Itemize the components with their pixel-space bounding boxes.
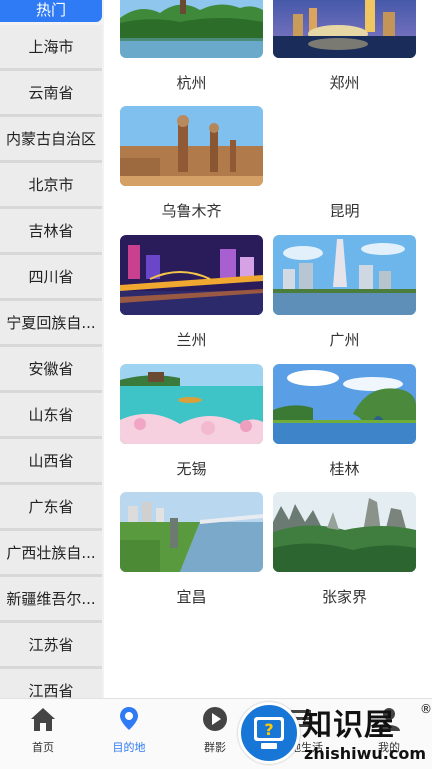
menu-icon [291, 710, 311, 727]
sidebar-item-jiangsu[interactable]: 江苏省 [0, 623, 102, 669]
city-photo [120, 364, 263, 444]
city-photo [120, 235, 263, 315]
sidebar-item-shanxi[interactable]: 山西省 [0, 439, 102, 485]
sidebar-item-inner-mongolia[interactable]: 内蒙古自治区 [0, 117, 102, 163]
city-name: 广州 [329, 331, 360, 349]
city-name: 桂林 [329, 460, 360, 478]
city-name: 兰州 [176, 331, 207, 349]
nav-label: 目的地 [112, 741, 146, 754]
city-photo [120, 0, 263, 58]
city-photo [120, 106, 263, 186]
city-name: 杭州 [176, 74, 207, 92]
play-icon [203, 707, 227, 731]
city-name: 张家界 [321, 588, 367, 606]
city-name: 乌鲁木齐 [161, 202, 222, 220]
city-card-lanzhou[interactable]: 兰州 [120, 235, 263, 349]
city-card-zhengzhou[interactable]: 郑州 [273, 0, 416, 92]
sidebar-item-guangxi[interactable]: 广西壮族自... [0, 531, 102, 577]
nav-label: 我的 [378, 741, 400, 754]
city-name: 无锡 [176, 460, 207, 478]
sidebar-item-sichuan[interactable]: 四川省 [0, 255, 102, 301]
city-card-guangzhou[interactable]: 广州 [273, 235, 416, 349]
city-photo [273, 235, 416, 315]
city-card-urumqi[interactable]: 乌鲁木齐 [120, 106, 263, 220]
user-icon [378, 708, 400, 731]
sidebar-item-hot[interactable]: 热门 [0, 0, 102, 22]
city-card-zhangjiajie[interactable]: 张家界 [273, 492, 416, 606]
nav-label: 首页 [32, 741, 54, 754]
sidebar-item-ningxia[interactable]: 宁夏回族自... [0, 301, 102, 347]
nav-destination[interactable]: 目的地 [86, 699, 172, 769]
city-photo [273, 492, 416, 572]
city-photo [273, 364, 416, 444]
nav-local-life[interactable]: 本地生活 [258, 699, 344, 769]
nav-videos[interactable]: 群影 [172, 699, 258, 769]
city-card-guilin[interactable]: 桂林 [273, 364, 416, 478]
nav-mine[interactable]: 我的 [346, 699, 432, 769]
sidebar-item-guangdong[interactable]: 广东省 [0, 485, 102, 531]
city-name: 昆明 [329, 202, 360, 220]
city-card-yichang[interactable]: 宜昌 [120, 492, 263, 606]
sidebar-item-yunnan[interactable]: 云南省 [0, 71, 102, 117]
nav-label: 本地生活 [279, 741, 323, 754]
city-card-hangzhou[interactable]: 杭州 [120, 0, 263, 92]
location-pin-icon [120, 707, 138, 730]
sidebar-item-shandong[interactable]: 山东省 [0, 393, 102, 439]
sidebar-item-beijing[interactable]: 北京市 [0, 163, 102, 209]
city-card-wuxi[interactable]: 无锡 [120, 364, 263, 478]
sidebar-item-shanghai[interactable]: 上海市 [0, 25, 102, 71]
bottom-nav: 首页 目的地 群影 本地生活 我的 [0, 698, 432, 769]
home-icon [31, 708, 55, 731]
nav-home[interactable]: 首页 [0, 699, 86, 769]
sidebar-item-anhui[interactable]: 安徽省 [0, 347, 102, 393]
sidebar-item-xinjiang[interactable]: 新疆维吾尔... [0, 577, 102, 623]
sidebar-item-jiangxi[interactable]: 江西省 [0, 669, 102, 698]
sidebar-item-jilin[interactable]: 吉林省 [0, 209, 102, 255]
city-photo [120, 492, 263, 572]
province-sidebar[interactable]: 热门 上海市 云南省 内蒙古自治区 北京市 吉林省 四川省 宁夏回族自... 安… [0, 0, 104, 698]
city-photo [273, 0, 416, 58]
nav-label: 群影 [204, 741, 226, 754]
city-name: 宜昌 [176, 588, 207, 606]
city-name: 郑州 [329, 74, 360, 92]
